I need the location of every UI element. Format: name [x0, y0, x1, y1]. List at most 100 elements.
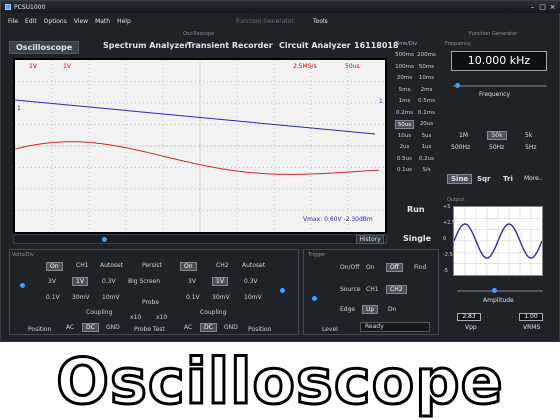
maximize-button[interactable]: □: [538, 3, 547, 11]
ch1-position-knob[interactable]: [20, 283, 25, 288]
time-div-option[interactable]: 1ms: [395, 97, 414, 106]
range-50k[interactable]: 50k: [487, 131, 507, 140]
range-5hz[interactable]: 5Hz: [525, 144, 536, 151]
single-button[interactable]: Single: [403, 234, 431, 243]
time-div-option[interactable]: 20ms: [395, 74, 414, 83]
ch1-on-button[interactable]: On: [46, 262, 63, 271]
output-tick-label: 0: [443, 236, 447, 242]
ch2-coupling-ac[interactable]: AC: [184, 324, 192, 331]
time-div-panel: Time/Div 500ms 200ms 100ms 50ms 20ms 10ms 5ms 2…: [395, 41, 437, 181]
ch2-0-3v[interactable]: 0.3V: [244, 278, 258, 285]
range-500hz[interactable]: 500Hz: [451, 144, 470, 151]
range-5k[interactable]: 5k: [525, 132, 532, 139]
trigger-edge-down[interactable]: Dn: [388, 306, 396, 313]
ch1-autoset-button[interactable]: Autoset: [100, 262, 123, 269]
ch1-0-1v[interactable]: 0.1V: [46, 294, 60, 301]
time-div-option[interactable]: 2us: [395, 143, 414, 152]
range-1m[interactable]: 1M: [459, 132, 468, 139]
time-div-option[interactable]: 0.2us: [417, 155, 436, 164]
ch1-coupling-ac[interactable]: AC: [66, 324, 74, 331]
time-div-option[interactable]: 50ms: [417, 63, 436, 72]
persist-button[interactable]: Persist: [142, 262, 162, 269]
waveform-triangle[interactable]: Tri: [503, 175, 513, 183]
time-div-option[interactable]: 500ms: [395, 51, 414, 60]
tab-circuit-analyzer[interactable]: Circuit Analyzer: [279, 41, 351, 50]
vrms-value[interactable]: 1.00: [519, 313, 543, 321]
time-div-option[interactable]: 10us: [395, 132, 414, 141]
ch2-on-button[interactable]: On: [180, 262, 197, 271]
time-div-option[interactable]: 100ms: [395, 63, 414, 72]
ch1-coupling-gnd[interactable]: GND: [106, 324, 120, 331]
ch1-10mv[interactable]: 10mV: [102, 294, 120, 301]
history-button[interactable]: History: [356, 235, 384, 244]
ch2-trace: [15, 141, 380, 175]
menu-file[interactable]: File: [8, 18, 18, 28]
trigger-on[interactable]: On: [366, 264, 375, 271]
time-div-option[interactable]: 5ms: [395, 86, 414, 95]
frequency-display[interactable]: 10.000 kHz: [451, 51, 547, 71]
tab-oscilloscope[interactable]: Oscilloscope: [9, 41, 80, 54]
time-div-option[interactable]: 200ms: [417, 51, 436, 60]
menu-tools[interactable]: Tools: [313, 18, 328, 25]
time-div-option[interactable]: 10ms: [417, 74, 436, 83]
waveform-square[interactable]: Sqr: [477, 175, 491, 183]
time-div-option[interactable]: 1us: [417, 143, 436, 152]
vpp-value[interactable]: 2.83: [457, 313, 481, 321]
close-button[interactable]: ×: [548, 3, 557, 11]
time-div-option[interactable]: 2ms: [417, 86, 436, 95]
amplitude-slider-thumb[interactable]: [492, 288, 497, 293]
ch2-10mv[interactable]: 10mV: [244, 294, 262, 301]
ch1-0-3v[interactable]: 0.3V: [102, 278, 116, 285]
menu-edit[interactable]: Edit: [25, 18, 37, 28]
frequency-slider-thumb[interactable]: [455, 83, 460, 88]
ch1-1v[interactable]: 1V: [72, 277, 88, 286]
ch1-30mv[interactable]: 30mV: [72, 294, 90, 301]
history-scrollbar[interactable]: History: [13, 234, 387, 244]
time-div-option[interactable]: 0.2ms: [395, 109, 414, 118]
trigger-find-button[interactable]: Find: [414, 264, 426, 271]
minimize-button[interactable]: –: [528, 3, 537, 11]
time-div-option[interactable]: 0.1us: [395, 166, 414, 175]
amplitude-slider[interactable]: [457, 290, 543, 292]
time-div-option[interactable]: 5us: [417, 132, 436, 141]
time-div-option[interactable]: 0.1ms: [417, 109, 436, 118]
time-div-option[interactable]: 0.5us: [395, 155, 414, 164]
trigger-source-ch1[interactable]: CH1: [366, 286, 379, 293]
tab-transient-recorder[interactable]: Transient Recorder: [187, 41, 273, 50]
ch2-position-knob[interactable]: [280, 288, 285, 293]
menu-function-generator[interactable]: Function Generator: [236, 18, 294, 25]
menu-help[interactable]: Help: [117, 18, 131, 28]
ch2-autoset-button[interactable]: Autoset: [242, 262, 265, 269]
probe-ch2-x10[interactable]: x10: [156, 314, 167, 321]
time-div-option[interactable]: 0.5ms: [417, 97, 436, 106]
scope-screen[interactable]: 1 1V 1V 2.5MS/s 50us 1 Vmax: 0.60V -2.30…: [13, 58, 387, 234]
menu-options[interactable]: Options: [44, 18, 67, 28]
ch2-30mv[interactable]: 30mV: [212, 294, 230, 301]
run-button[interactable]: Run: [407, 205, 425, 214]
menu-view[interactable]: View: [74, 18, 88, 28]
time-div-option[interactable]: S/s: [417, 166, 436, 175]
big-screen-button[interactable]: Big Screen: [128, 278, 160, 285]
ch1-coupling-dc[interactable]: DC: [82, 323, 99, 332]
tab-spectrum-analyzer[interactable]: Spectrum Analyzer: [103, 41, 189, 50]
ch2-1v[interactable]: 1V: [212, 277, 228, 286]
ch2-3v[interactable]: 3V: [188, 278, 196, 285]
waveform-sine[interactable]: Sine: [447, 174, 473, 184]
trigger-source-ch2[interactable]: CH2: [386, 285, 407, 294]
trigger-edge-up[interactable]: Up: [362, 305, 379, 314]
ch2-0-1v[interactable]: 0.1V: [186, 294, 200, 301]
time-div-option[interactable]: 20us: [417, 120, 436, 129]
probe-ch1-x10[interactable]: x10: [130, 314, 141, 321]
time-div-option[interactable]: 50us: [395, 120, 414, 129]
history-scroll-thumb[interactable]: [102, 237, 107, 242]
ch2-coupling-gnd[interactable]: GND: [224, 324, 238, 331]
waveform-more[interactable]: More..: [524, 175, 543, 182]
menu-math[interactable]: Math: [95, 18, 110, 28]
probe-test-button[interactable]: Probe Test: [134, 326, 165, 333]
frequency-slider[interactable]: [453, 85, 547, 87]
trigger-level-knob[interactable]: [312, 296, 317, 301]
trigger-off[interactable]: Off: [386, 263, 403, 272]
ch2-coupling-dc[interactable]: DC: [200, 323, 217, 332]
range-50hz[interactable]: 50Hz: [489, 144, 504, 151]
ch1-3v[interactable]: 3V: [48, 278, 56, 285]
